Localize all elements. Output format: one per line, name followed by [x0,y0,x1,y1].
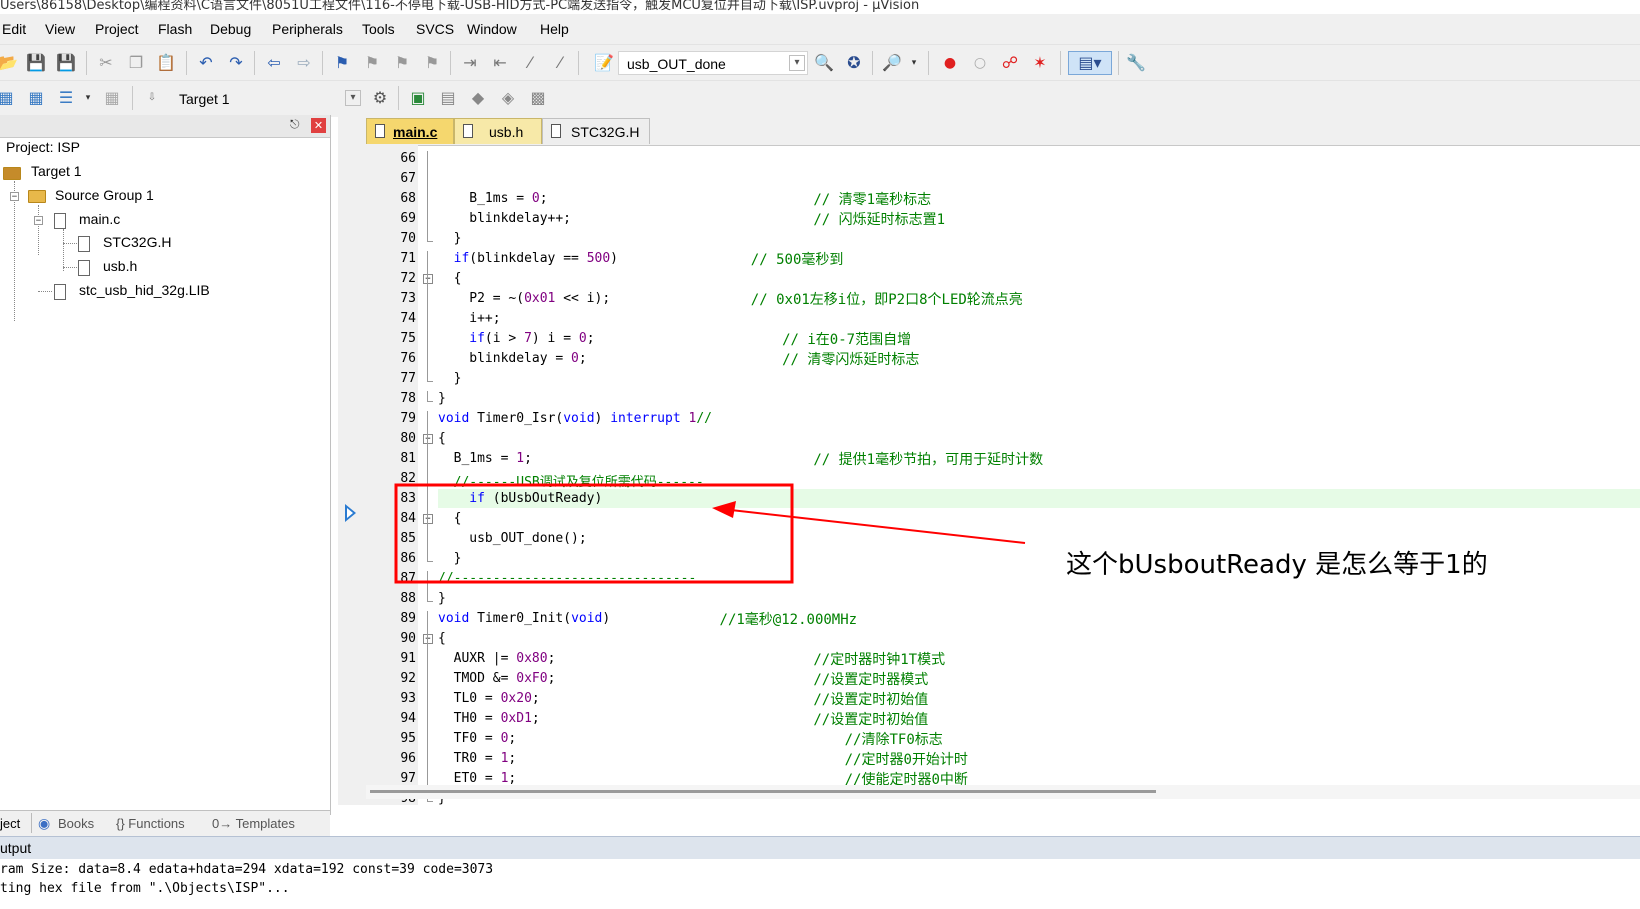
highlight-box [394,483,794,584]
annotation-overlay [394,483,1026,584]
annotation-text: 这个bUsboutReady 是怎么等于1的 [1066,550,1488,580]
output-line: ting hex file from ".\Objects\ISP"... [0,881,290,896]
annotation-arrow-line [721,508,1026,544]
output-panel-header: utput [0,836,1640,859]
annotation-arrowhead [712,501,736,518]
output-line: ram Size: data=8.4 edata+hdata=294 xdata… [0,862,494,877]
build-output-panel: utput ram Size: data=8.4 edata+hdata=294… [0,836,1640,909]
output-title: utput [0,840,32,856]
